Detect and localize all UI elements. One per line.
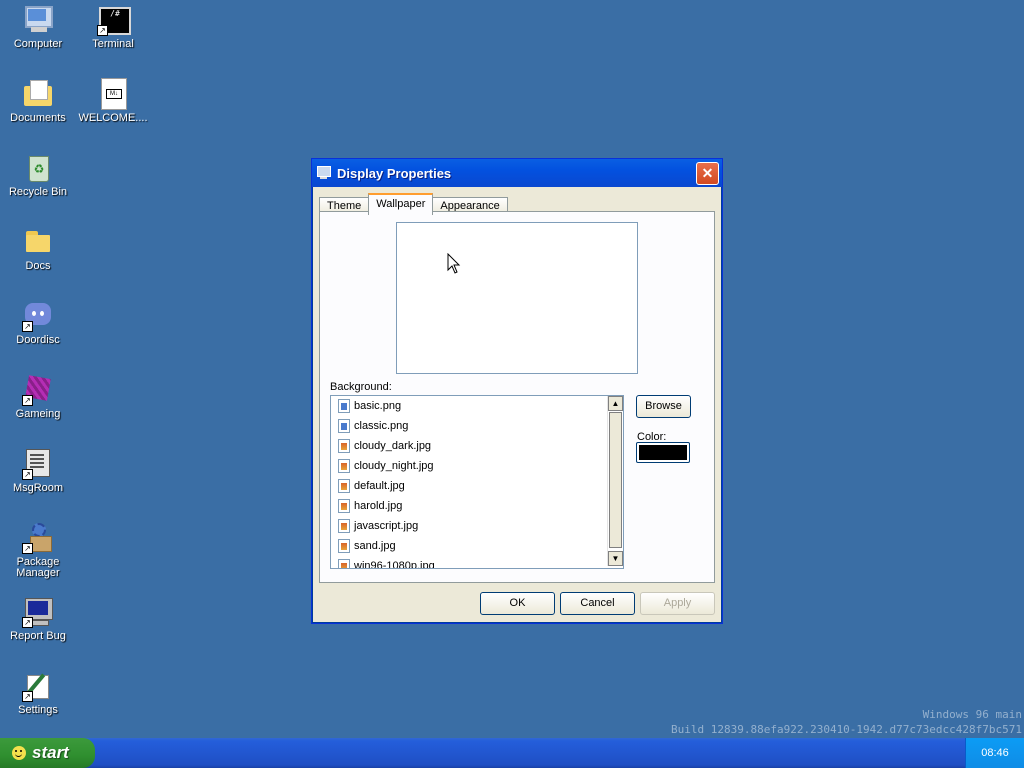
apply-button[interactable]: Apply	[640, 592, 715, 615]
jpg-file-icon	[338, 479, 350, 493]
desktop-icon-label: Computer	[13, 38, 63, 50]
terminal-icon: /# ↗	[97, 4, 131, 36]
file-name: javascript.jpg	[354, 520, 419, 532]
cube-icon: ↗	[22, 374, 54, 406]
markdown-file-icon: M↓	[97, 78, 129, 110]
file-name: cloudy_night.jpg	[354, 460, 434, 472]
desktop-icon-docs[interactable]: Docs	[1, 226, 75, 272]
desktop-icon-settings[interactable]: ↗ Settings	[1, 670, 75, 716]
list-item[interactable]: harold.jpg	[331, 496, 623, 516]
desktop-icon-report-bug[interactable]: ↗ Report Bug	[1, 596, 75, 642]
mouse-cursor-icon	[447, 253, 461, 274]
desktop-icon-label: WELCOME....	[78, 112, 148, 124]
display-properties-window: Display Properties ✕ Theme Wallpaper App…	[311, 158, 723, 624]
list-item[interactable]: basic.png	[331, 396, 623, 416]
desktop-icon-label: Recycle Bin	[8, 186, 68, 198]
build-watermark-line1: Windows 96 main	[922, 708, 1022, 721]
desktop-icon-label: Terminal	[92, 38, 134, 50]
recycle-bin-icon: ♻	[22, 152, 54, 184]
desktop-icon-welcome[interactable]: M↓ WELCOME....	[76, 78, 150, 124]
jpg-file-icon	[338, 559, 350, 568]
arrow-up-icon: ▲	[611, 399, 620, 408]
cancel-button[interactable]: Cancel	[560, 592, 635, 615]
scroll-up-button[interactable]: ▲	[608, 396, 623, 411]
file-name: win96-1080p.jpg	[354, 560, 435, 569]
file-name: default.jpg	[354, 480, 405, 492]
file-name: sand.jpg	[354, 540, 396, 552]
scroll-down-button[interactable]: ▼	[608, 551, 623, 566]
taskbar: start 08:46	[0, 738, 1024, 768]
desktop-icon-computer[interactable]: Computer	[1, 4, 75, 50]
arrow-down-icon: ▼	[611, 554, 620, 563]
file-name: classic.png	[354, 420, 409, 432]
desktop-icon-recycle-bin[interactable]: ♻ Recycle Bin	[1, 152, 75, 198]
file-name: harold.jpg	[354, 500, 403, 512]
window-title: Display Properties	[337, 165, 452, 181]
tab-wallpaper[interactable]: Wallpaper	[368, 193, 434, 215]
browse-button[interactable]: Browse	[636, 395, 691, 418]
desktop-icon-package-manager[interactable]: ↗ Package Manager	[1, 522, 75, 579]
start-button[interactable]: start	[0, 738, 95, 768]
desktop-icon-label: Gameing	[15, 408, 61, 420]
desktop-icon-doordisc[interactable]: ↗ Doordisc	[1, 300, 75, 346]
list-item[interactable]: win96-1080p.jpg	[331, 556, 623, 569]
start-logo-icon	[12, 746, 26, 760]
desktop-icon-label: Docs	[25, 260, 51, 272]
list-item[interactable]: default.jpg	[331, 476, 623, 496]
wallpaper-panel: Background: basic.png classic.png cloudy…	[319, 211, 715, 583]
file-name: cloudy_dark.jpg	[354, 440, 432, 452]
jpg-file-icon	[338, 519, 350, 533]
folder-icon	[22, 226, 54, 258]
wallpaper-preview	[396, 222, 638, 374]
msgroom-icon: ↗	[22, 448, 54, 480]
desktop-icon-msgroom[interactable]: ↗ MsgRoom	[1, 448, 75, 494]
jpg-file-icon	[338, 539, 350, 553]
desktop-icon-label: Doordisc	[16, 334, 60, 346]
desktop-icon-label: Report Bug	[10, 630, 66, 642]
png-file-icon	[338, 419, 350, 433]
settings-icon: ↗	[22, 670, 54, 702]
color-swatch-fill	[639, 445, 687, 460]
system-tray: 08:46	[965, 738, 1024, 768]
list-item[interactable]: cloudy_dark.jpg	[331, 436, 623, 456]
package-manager-icon: ↗	[22, 522, 54, 554]
list-item[interactable]: classic.png	[331, 416, 623, 436]
clock[interactable]: 08:46	[981, 747, 1009, 759]
png-file-icon	[338, 399, 350, 413]
jpg-file-icon	[338, 439, 350, 453]
close-icon: ✕	[701, 165, 714, 181]
scroll-thumb[interactable]	[609, 412, 622, 548]
desktop-icon-label: Settings	[18, 704, 58, 716]
close-button[interactable]: ✕	[696, 162, 719, 185]
desktop-icon-terminal[interactable]: /# ↗ Terminal	[76, 4, 150, 50]
desktop-icon-documents[interactable]: Documents	[1, 78, 75, 124]
start-label: start	[32, 743, 69, 762]
list-item[interactable]: sand.jpg	[331, 536, 623, 556]
doordisc-icon: ↗	[22, 300, 54, 332]
computer-icon	[22, 4, 54, 36]
desktop-icon-label: MsgRoom	[12, 482, 64, 494]
window-titlebar[interactable]: Display Properties	[312, 159, 722, 187]
list-item[interactable]: cloudy_night.jpg	[331, 456, 623, 476]
documents-icon	[22, 78, 54, 110]
ok-button[interactable]: OK	[480, 592, 555, 615]
color-picker-button[interactable]	[636, 442, 690, 463]
list-item[interactable]: javascript.jpg	[331, 516, 623, 536]
desktop-icon-label: Package Manager	[16, 556, 60, 579]
build-watermark-line2: Build 12839.88efa922.230410-1942.d77c73e…	[671, 723, 1022, 736]
window-body: Theme Wallpaper Appearance Background: b…	[316, 187, 718, 619]
jpg-file-icon	[338, 499, 350, 513]
background-label: Background:	[330, 381, 392, 393]
report-bug-icon: ↗	[22, 596, 54, 628]
desktop-icon-label: Documents	[10, 112, 66, 124]
list-scrollbar[interactable]: ▲ ▼	[607, 396, 623, 566]
file-name: basic.png	[354, 400, 402, 412]
jpg-file-icon	[338, 459, 350, 473]
display-icon	[316, 165, 332, 181]
background-file-list[interactable]: basic.png classic.png cloudy_dark.jpg cl…	[330, 395, 624, 569]
desktop-icon-gameing[interactable]: ↗ Gameing	[1, 374, 75, 420]
